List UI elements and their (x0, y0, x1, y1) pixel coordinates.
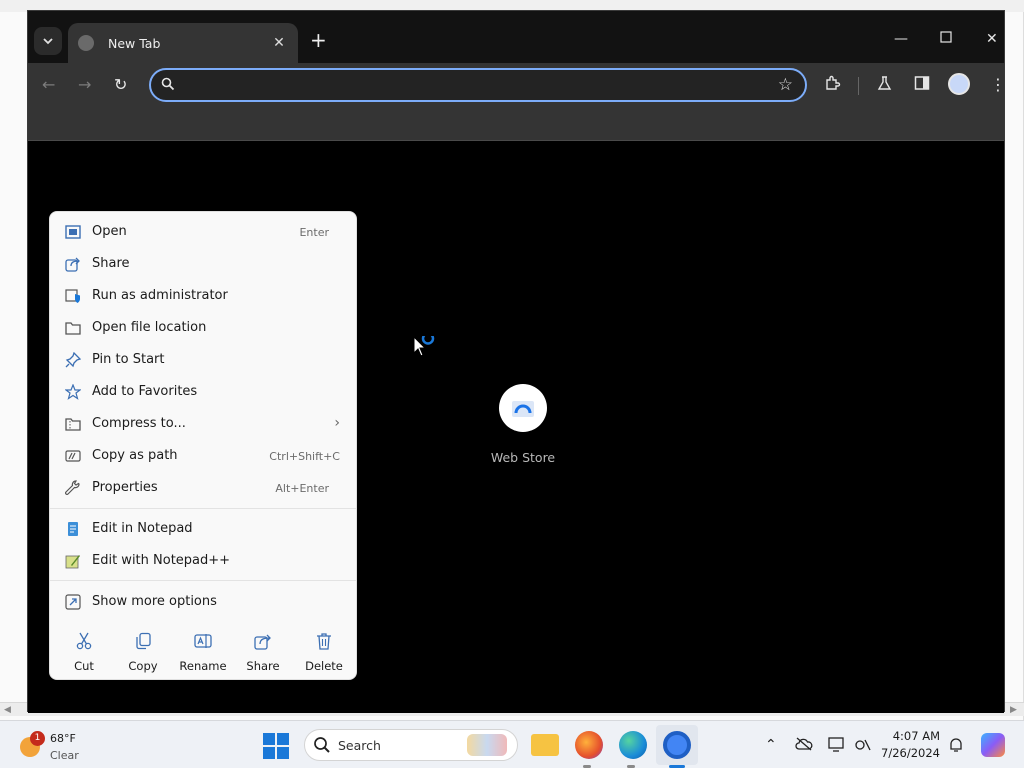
menu-item-properties[interactable]: Properties Alt+Enter (50, 472, 356, 504)
menu-item-add-to-favorites[interactable]: Add to Favorites (50, 376, 356, 408)
menu-item-pin-to-start[interactable]: Pin to Start (50, 344, 356, 376)
wrench-icon (65, 480, 80, 495)
action-share-button[interactable]: Share (233, 624, 293, 673)
shield-icon (65, 289, 80, 303)
minimize-icon[interactable]: — (894, 31, 908, 47)
more-options-icon (65, 594, 81, 610)
chevron-right-icon: › (334, 415, 340, 431)
side-panel-icon[interactable] (914, 75, 930, 95)
web-store-shortcut[interactable]: Web Store (488, 384, 558, 465)
menu-separator (50, 508, 356, 509)
weather-temperature: 68°F (50, 732, 76, 745)
busy-cursor-icon (413, 332, 439, 362)
bookmark-star-icon[interactable]: ☆ (778, 75, 793, 95)
copy-icon (136, 632, 151, 650)
browser-titlebar: New Tab ✕ + — ✕ (28, 11, 1004, 63)
action-delete-button[interactable]: Delete (294, 624, 354, 673)
search-icon (161, 77, 175, 91)
new-tab-button[interactable]: + (310, 30, 327, 50)
labs-flask-icon[interactable] (876, 75, 893, 96)
extensions-icon[interactable] (824, 75, 841, 96)
maximize-icon[interactable] (940, 31, 952, 47)
menu-item-edit-with-notepad-plus-plus[interactable]: Edit with Notepad++ (50, 545, 356, 577)
search-icon (314, 737, 330, 753)
scissors-icon (76, 632, 92, 650)
menu-item-edit-in-notepad[interactable]: Edit in Notepad (50, 513, 356, 545)
profile-avatar-icon[interactable] (948, 73, 970, 95)
menu-item-copy-as-path[interactable]: Copy as path Ctrl+Shift+C (50, 440, 356, 472)
clock-date: 7/26/2024 (881, 746, 940, 760)
rename-icon (194, 634, 212, 648)
network-status-icon[interactable] (854, 737, 872, 757)
search-highlight-image (467, 734, 507, 756)
tab-new-tab[interactable]: New Tab ✕ (68, 23, 298, 63)
menu-item-compress-to[interactable]: Compress to... › (50, 408, 356, 440)
menu-item-show-more-options[interactable]: Show more options (50, 586, 356, 618)
action-copy-button[interactable]: Copy (113, 624, 173, 673)
tab-close-icon[interactable]: ✕ (270, 35, 288, 51)
bookmarks-bar (28, 107, 1004, 141)
menu-dots-icon[interactable]: ⋮ (990, 75, 1006, 94)
pin-icon (65, 352, 81, 368)
menu-separator (50, 580, 356, 581)
file-explorer-icon[interactable] (531, 734, 559, 756)
address-bar[interactable]: ☆ (149, 68, 807, 102)
path-icon (65, 450, 81, 462)
copilot-icon[interactable] (981, 733, 1005, 757)
star-icon (65, 384, 81, 400)
forward-arrow-icon[interactable]: → (78, 75, 91, 94)
onedrive-offline-icon[interactable] (795, 737, 813, 755)
context-menu-action-bar: Cut Copy Rename Share Delete (50, 624, 356, 680)
globe-icon (78, 35, 94, 51)
trash-icon (317, 633, 331, 650)
back-arrow-icon[interactable]: ← (42, 75, 55, 94)
open-icon (65, 225, 81, 239)
notepadpp-icon (65, 555, 80, 569)
close-window-icon[interactable]: ✕ (986, 31, 998, 47)
taskbar-search[interactable]: Search (304, 729, 518, 761)
share-icon (254, 634, 271, 650)
zip-icon (65, 418, 81, 431)
share-icon (65, 257, 80, 272)
edge-icon[interactable] (619, 731, 647, 759)
chrome-icon[interactable] (663, 731, 691, 759)
reload-icon[interactable]: ↻ (114, 75, 127, 94)
folder-icon (65, 322, 81, 335)
chevron-down-icon (43, 38, 53, 45)
notepad-icon (68, 522, 78, 536)
taskbar: 1 68°F Clear Search ⌃ 4:07 AM 7/26/2024 (0, 720, 1024, 768)
system-clock[interactable]: 4:07 AM 7/26/2024 (880, 729, 940, 760)
notification-bell-icon[interactable] (948, 737, 964, 757)
weather-badge: 1 (30, 731, 45, 746)
context-menu: Open Enter Share Run as administrator Op… (49, 211, 357, 680)
start-button-windows-icon[interactable] (263, 733, 289, 759)
menu-item-share[interactable]: Share (50, 248, 356, 280)
tab-search-button[interactable] (34, 27, 62, 55)
menu-item-run-as-administrator[interactable]: Run as administrator (50, 280, 356, 312)
action-cut-button[interactable]: Cut (54, 624, 114, 673)
menu-item-open-file-location[interactable]: Open file location (50, 312, 356, 344)
taskbar-search-label: Search (338, 738, 381, 753)
scroll-left-icon[interactable]: ◀ (4, 705, 11, 715)
scroll-right-icon[interactable]: ▶ (1010, 705, 1017, 715)
weather-widget[interactable]: 1 68°F Clear (14, 727, 104, 763)
display-settings-icon[interactable] (828, 737, 846, 757)
browser-toolbar: ← → ↻ ☆ ⋮ (28, 63, 1006, 107)
tab-title: New Tab (108, 35, 161, 51)
firefox-icon[interactable] (575, 731, 603, 759)
weather-condition: Clear (50, 749, 79, 762)
clock-time: 4:07 AM (892, 729, 940, 743)
web-store-label: Web Store (490, 450, 556, 465)
web-store-icon (499, 384, 547, 432)
address-input[interactable] (185, 75, 745, 95)
action-rename-button[interactable]: Rename (173, 624, 233, 673)
chevron-up-icon[interactable]: ⌃ (765, 737, 777, 753)
toolbar-separator (858, 77, 859, 95)
menu-item-open[interactable]: Open Enter (50, 216, 356, 248)
